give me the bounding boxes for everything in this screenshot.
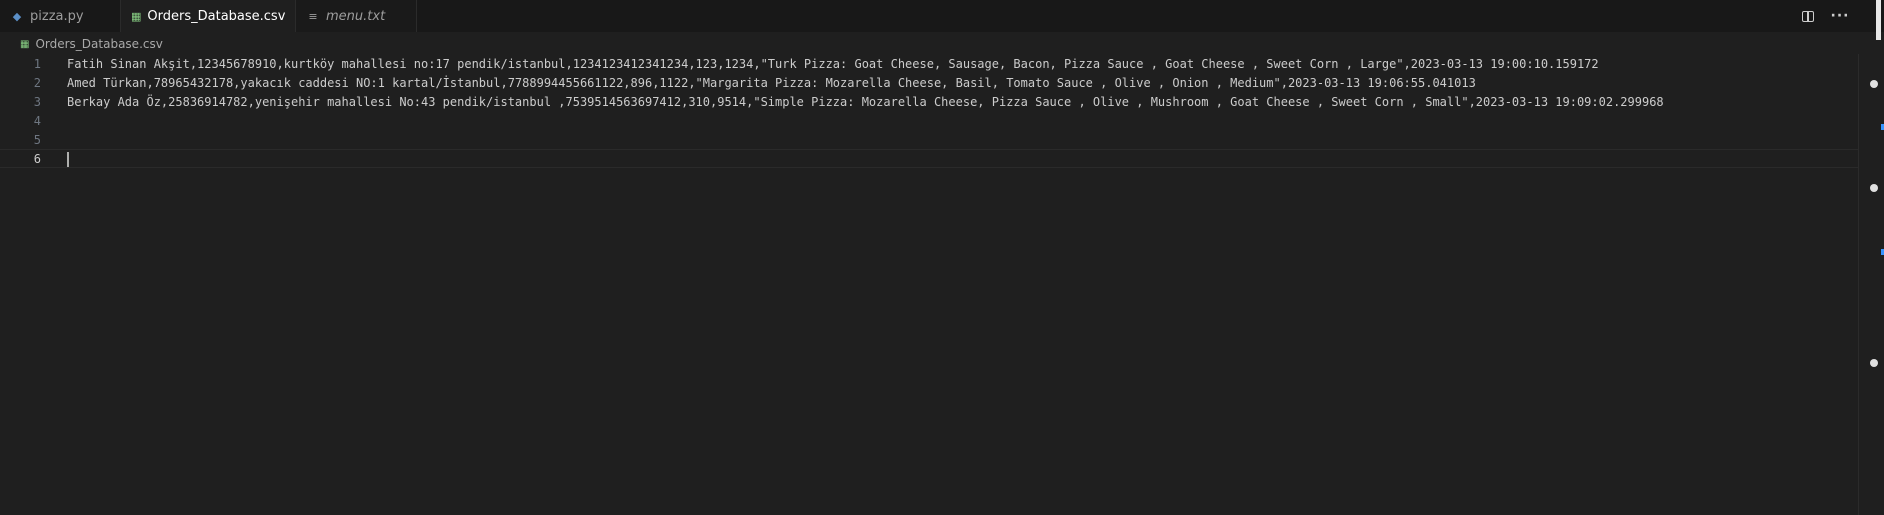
scroll-marker-icon — [1870, 80, 1878, 88]
scroll-marker-icon — [1870, 184, 1878, 192]
scroll-marker-icon — [1870, 359, 1878, 367]
tab-pizza-py[interactable]: ◆ pizza.py — [0, 0, 121, 32]
text-file-icon: ≡ — [308, 9, 318, 23]
more-actions-button[interactable]: ··· — [1830, 6, 1850, 26]
text-cursor — [67, 152, 69, 167]
editor-line[interactable]: 5 — [0, 130, 1858, 149]
breadcrumb[interactable]: ▦ Orders_Database.csv — [20, 35, 163, 53]
line-number: 5 — [33, 132, 41, 147]
editor-line[interactable]: 4 — [0, 111, 1858, 130]
code-editor[interactable]: 1 Fatih Sinan Akşit,12345678910,kurtköy … — [0, 54, 1858, 515]
csv-file-icon: ▦ — [20, 38, 30, 50]
breadcrumb-file[interactable]: Orders_Database.csv — [35, 37, 162, 51]
csv-file-icon: ▦ — [131, 9, 142, 23]
editor-line[interactable]: 3 Berkay Ada Öz,25836914782,yenişehir ma… — [0, 92, 1858, 111]
editor-actions: ··· — [1798, 0, 1850, 32]
window-edge-indicator — [1876, 0, 1881, 40]
line-number: 4 — [33, 113, 41, 128]
line-text[interactable]: Berkay Ada Öz,25836914782,yenişehir maha… — [67, 95, 1664, 109]
tab-label: Orders_Database.csv — [147, 8, 286, 24]
tab-menu-txt[interactable]: ≡ menu.txt — [296, 0, 417, 32]
line-number: 1 — [33, 56, 41, 71]
tab-label: pizza.py — [30, 8, 84, 24]
editor-line[interactable]: 2 Amed Türkan,78965432178,yakacık caddes… — [0, 73, 1858, 92]
vscode-window: ◆ pizza.py ▦ Orders_Database.csv ≡ menu.… — [0, 0, 1884, 515]
python-file-icon: ◆ — [12, 9, 22, 23]
split-editor-button[interactable] — [1798, 6, 1818, 26]
line-text[interactable]: Amed Türkan,78965432178,yakacık caddesi … — [67, 76, 1476, 90]
line-number: 6 — [33, 151, 41, 166]
split-editor-icon — [1802, 10, 1814, 22]
editor-line[interactable]: 1 Fatih Sinan Akşit,12345678910,kurtköy … — [0, 54, 1858, 73]
line-text[interactable]: Fatih Sinan Akşit,12345678910,kurtköy ma… — [67, 57, 1599, 71]
editor-line-active[interactable]: 6 — [0, 149, 1858, 168]
line-number: 2 — [33, 75, 41, 90]
line-number: 3 — [33, 94, 41, 109]
tab-orders-database-csv[interactable]: ▦ Orders_Database.csv — [121, 0, 296, 32]
editor-tab-bar: ◆ pizza.py ▦ Orders_Database.csv ≡ menu.… — [0, 0, 1884, 32]
vertical-scrollbar[interactable] — [1858, 54, 1884, 515]
ellipsis-icon: ··· — [1830, 8, 1850, 24]
tab-label: menu.txt — [326, 8, 386, 24]
